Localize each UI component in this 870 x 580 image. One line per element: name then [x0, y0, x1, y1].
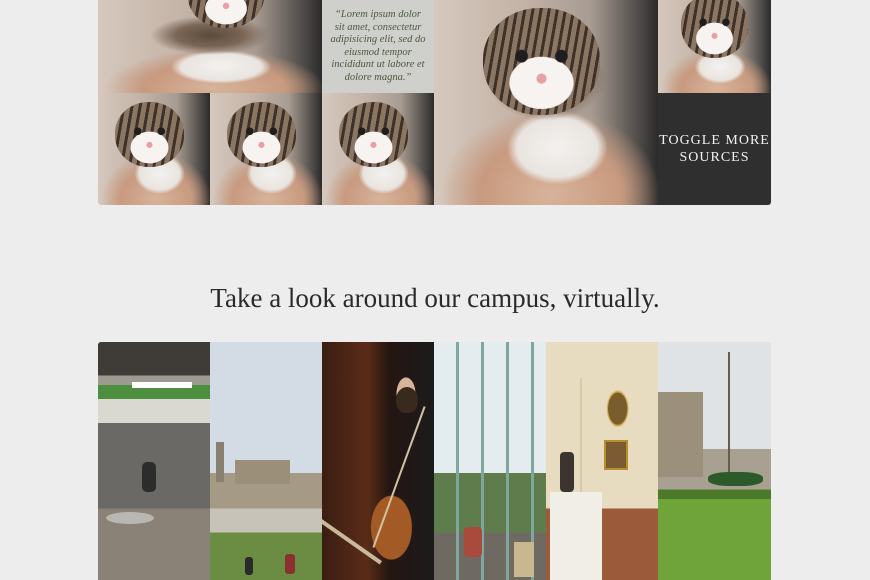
- kitten-photo-large[interactable]: [434, 0, 658, 205]
- cellist-photo[interactable]: [322, 342, 434, 580]
- kitten-photo[interactable]: [98, 0, 322, 93]
- kitten-photo[interactable]: [322, 93, 434, 205]
- kitten-photo[interactable]: [658, 0, 771, 93]
- campus-photo-strip: [98, 342, 771, 580]
- kitten-photo[interactable]: [210, 93, 322, 205]
- quote-card: “Lorem ipsum dolor sit amet, consectetur…: [322, 0, 434, 93]
- atrium-photo[interactable]: [434, 342, 546, 580]
- museum-photo[interactable]: [546, 342, 658, 580]
- toggle-more-sources-button[interactable]: TOGGLE MORE SOURCES: [658, 93, 771, 205]
- campus-lawn-photo[interactable]: [658, 342, 771, 580]
- kitten-photo[interactable]: [98, 93, 210, 205]
- quote-text: “Lorem ipsum dolor sit amet, consectetur…: [330, 9, 426, 83]
- toggle-more-sources-label: TOGGLE MORE SOURCES: [659, 133, 770, 165]
- library-photo[interactable]: [98, 342, 210, 580]
- campus-heading: Take a look around our campus, virtually…: [210, 283, 660, 313]
- castle-photo[interactable]: [210, 342, 322, 580]
- sources-grid: “Lorem ipsum dolor sit amet, consectetur…: [98, 0, 771, 205]
